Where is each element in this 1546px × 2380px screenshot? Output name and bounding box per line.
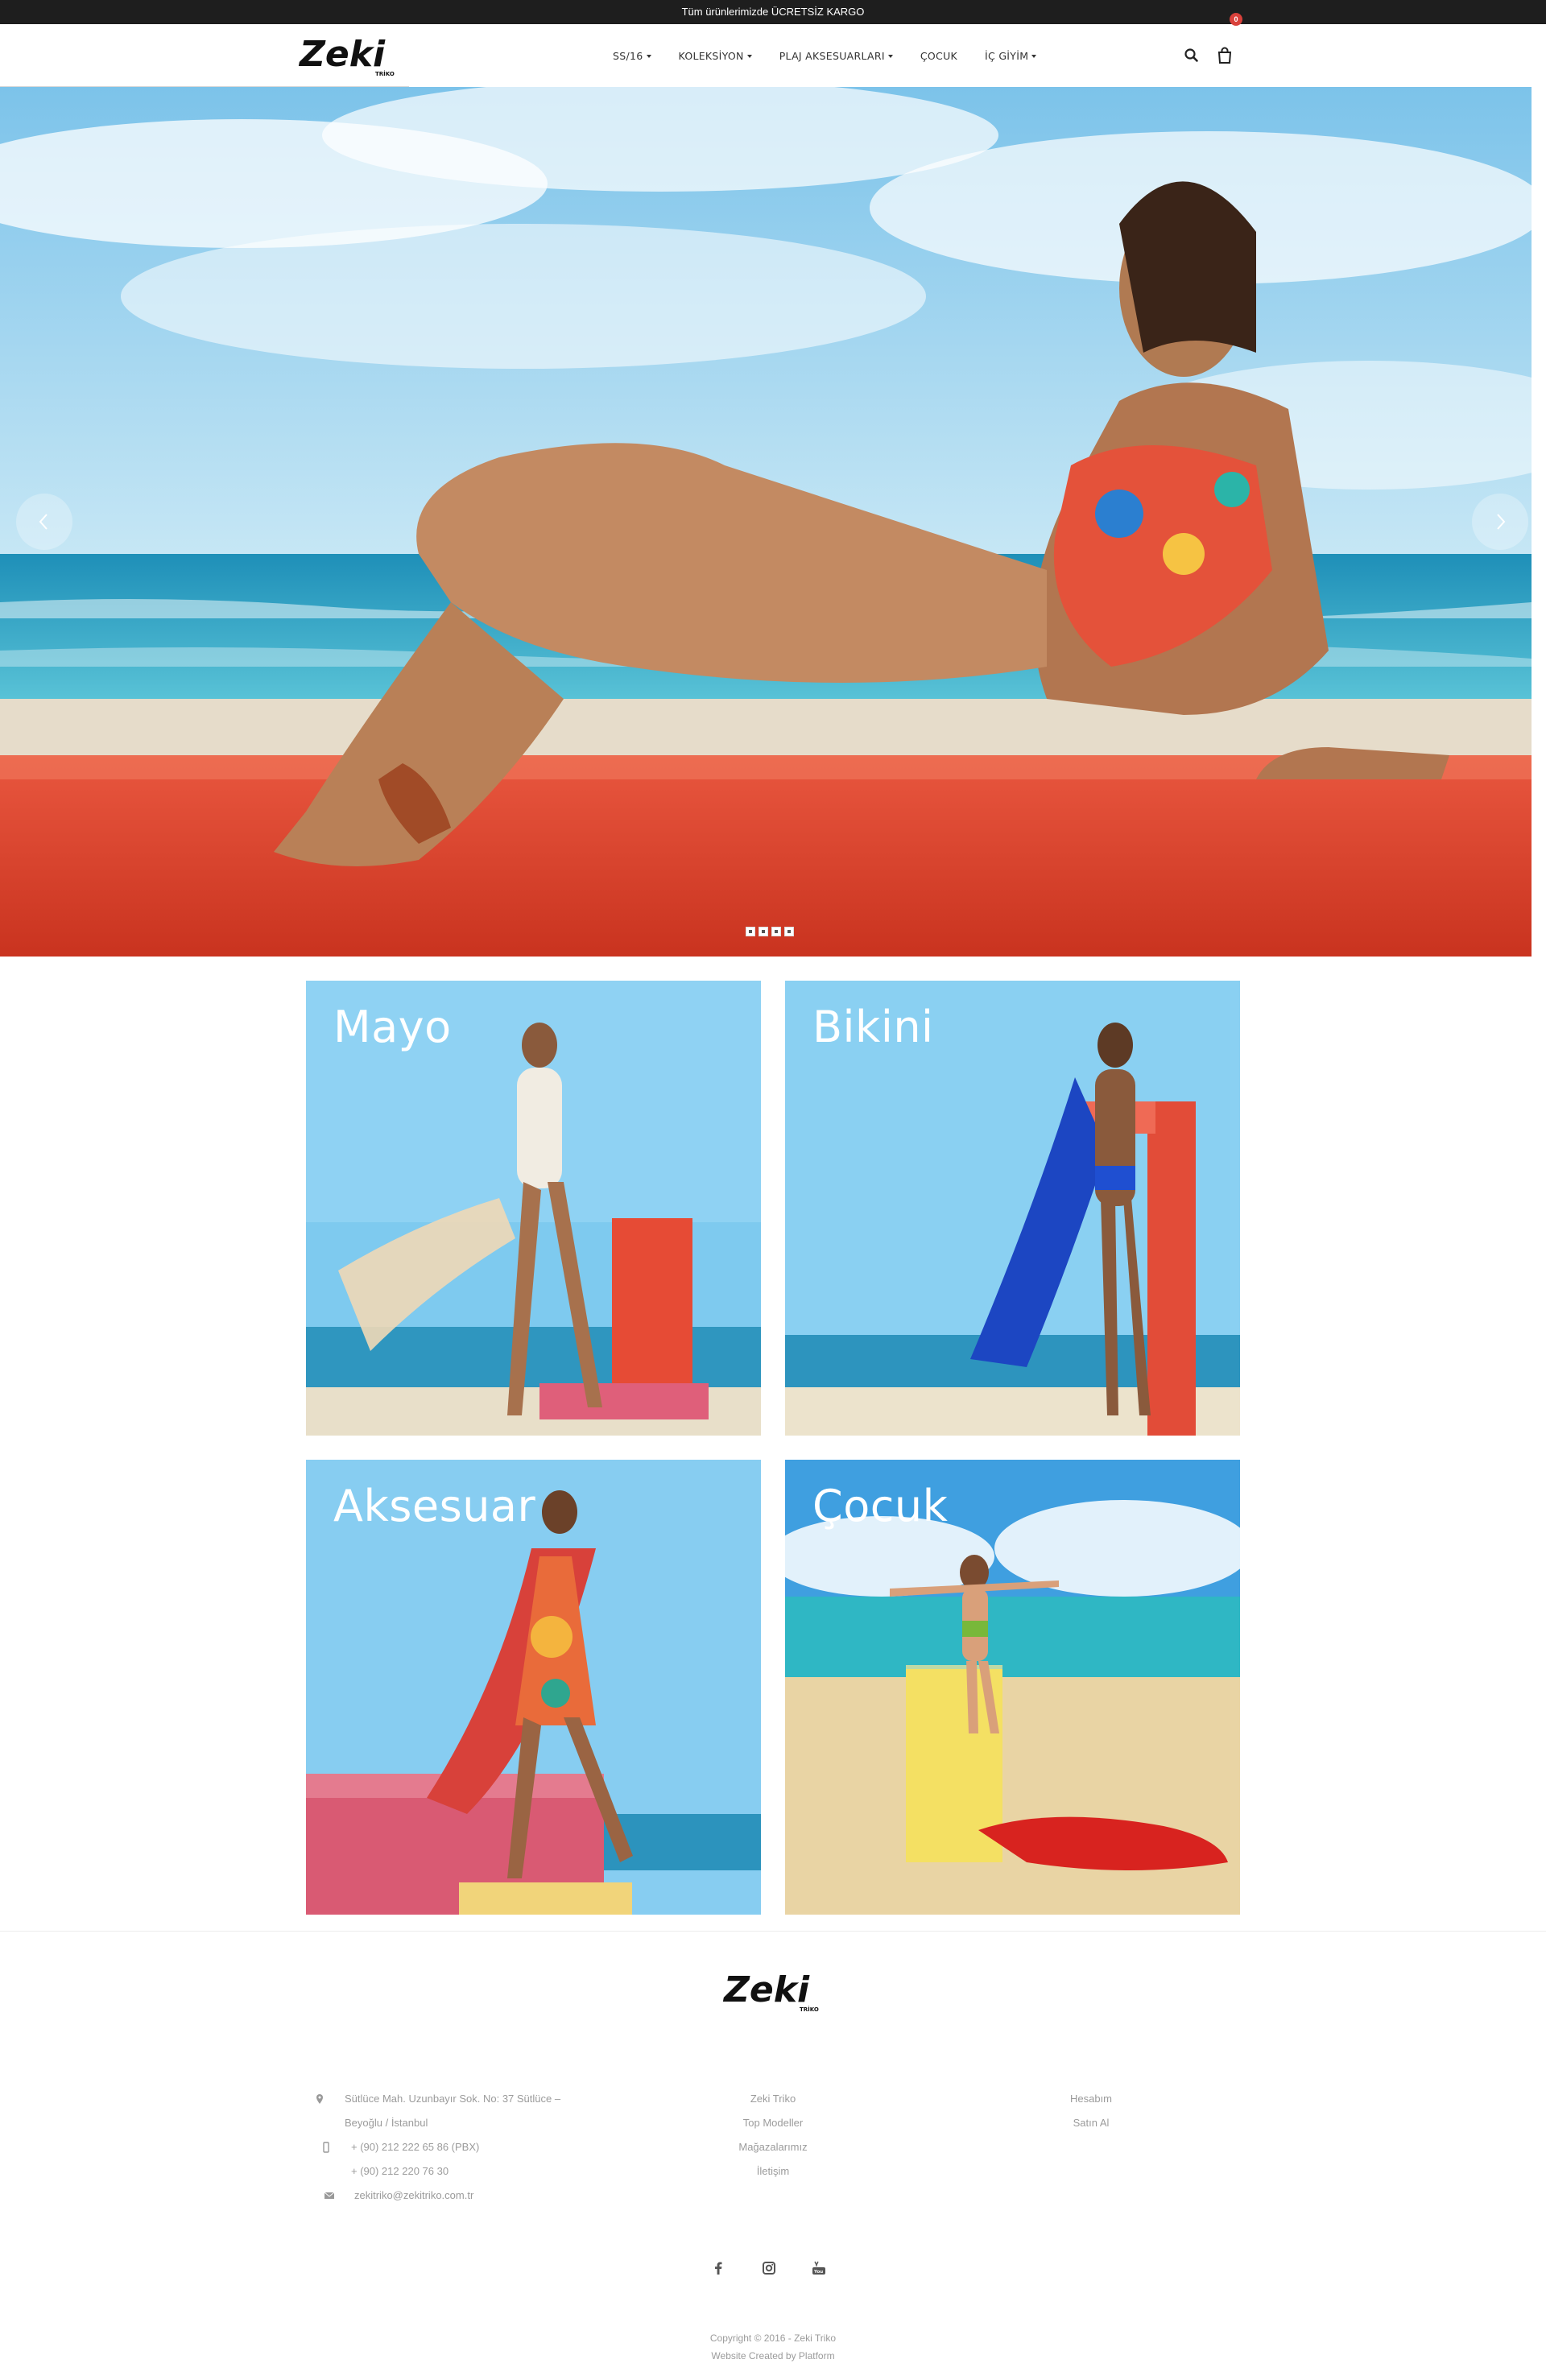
map-marker-icon (316, 2094, 323, 2104)
slider-dot[interactable] (746, 927, 755, 936)
site-logo[interactable]: Zeki TRİKO (298, 29, 399, 82)
chevron-left-icon (39, 514, 48, 530)
phone-secondary: + (90) 212 220 76 30 (351, 2165, 449, 2177)
nav-label: İÇ GİYİM (985, 49, 1029, 62)
phone-icon (323, 2142, 329, 2153)
footer-link-satin-al[interactable]: Satın Al (1073, 2117, 1110, 2129)
nav-label: SS/16 (613, 49, 643, 62)
logo-sub: TRİKO (375, 70, 395, 77)
cart-count-badge: 0 (1230, 13, 1242, 26)
nav-label: PLAJ AKSESUARLARI (779, 49, 885, 62)
credit-text: Website Created by Platform (711, 2350, 835, 2361)
announcement-text: Tüm ürünlerimizde ÜCRETSİZ KARGO (681, 6, 865, 18)
nav-item-ic-giyim[interactable]: İÇ GİYİM (971, 50, 1050, 62)
youtube-icon[interactable]: You (809, 2258, 829, 2278)
category-title: Çocuk (812, 1481, 949, 1531)
caret-down-icon (887, 55, 893, 58)
nav-label: KOLEKSİYON (678, 49, 744, 62)
category-title: Bikini (812, 1002, 934, 1052)
hero-image (0, 87, 1532, 957)
footer-logo[interactable]: Zeki TRİKO (722, 1965, 824, 2018)
category-tile-aksesuar[interactable]: Aksesuar (306, 1460, 761, 1915)
chevron-right-icon (1497, 514, 1506, 530)
category-tile-bikini[interactable]: Bikini (785, 981, 1240, 1436)
footer-divider (0, 1931, 1546, 1932)
slider-pagination (746, 927, 794, 936)
slider-dot[interactable] (759, 927, 768, 936)
site-header: Zeki TRİKO SS/16 KOLEKSİYON PLAJ AKSESUA… (0, 13, 1546, 87)
category-title: Aksesuar (333, 1481, 536, 1531)
slider-dot[interactable] (771, 927, 781, 936)
copyright-block: Copyright © 2016 - Zeki Triko Website Cr… (0, 2329, 1546, 2365)
caret-down-icon (646, 55, 651, 58)
caret-down-icon (1031, 55, 1037, 58)
footer-link-top-modeller[interactable]: Top Modeller (743, 2117, 803, 2129)
facebook-icon[interactable] (709, 2258, 728, 2278)
footer-logo-sub: TRİKO (800, 2006, 819, 2013)
category-title: Mayo (333, 1002, 452, 1052)
slider-prev-button[interactable] (16, 494, 72, 550)
search-icon[interactable] (1181, 45, 1202, 66)
svg-text:You: You (813, 2270, 823, 2275)
footer-link-zeki-triko[interactable]: Zeki Triko (750, 2093, 796, 2105)
nav-label: ÇOCUK (920, 49, 958, 62)
footer-links-account: Hesabım Satın Al (1011, 2087, 1172, 2135)
footer-links-company: Zeki Triko Top Modeller Mağazalarımız İl… (692, 2087, 854, 2184)
envelope-icon (324, 2192, 335, 2199)
hero-slider[interactable] (0, 87, 1532, 957)
footer-link-magazalarimiz[interactable]: Mağazalarımız (738, 2141, 807, 2153)
nav-item-ss16[interactable]: SS/16 (599, 50, 665, 62)
footer-link-hesabim[interactable]: Hesabım (1070, 2093, 1112, 2105)
footer-link-iletisim[interactable]: İletişim (757, 2165, 789, 2177)
address-line2: Beyoğlu / İstanbul (345, 2117, 428, 2129)
slider-next-button[interactable] (1472, 494, 1528, 550)
announcement-bar: Tüm ürünlerimizde ÜCRETSİZ KARGO (0, 0, 1546, 24)
slider-dot[interactable] (784, 927, 794, 936)
footer-contact: Sütlüce Mah. Uzunbayır Sok. No: 37 Sütlü… (316, 2087, 618, 2208)
nav-item-koleksiyon[interactable]: KOLEKSİYON (665, 50, 766, 62)
category-tile-cocuk[interactable]: Çocuk (785, 1460, 1240, 1915)
phone-primary: + (90) 212 222 65 86 (PBX) (351, 2141, 480, 2153)
nav-item-cocuk[interactable]: ÇOCUK (907, 50, 971, 62)
copyright-text: Copyright © 2016 - Zeki Triko (709, 2332, 837, 2344)
logo-text: Zeki (298, 34, 386, 75)
main-nav: SS/16 KOLEKSİYON PLAJ AKSESUARLARI ÇOCUK… (599, 24, 1050, 87)
nav-item-plaj-aksesuarlari[interactable]: PLAJ AKSESUARLARI (766, 50, 907, 62)
caret-down-icon (746, 55, 752, 58)
instagram-icon[interactable] (759, 2258, 779, 2278)
address-line1: Sütlüce Mah. Uzunbayır Sok. No: 37 Sütlü… (345, 2093, 561, 2105)
footer-logo-text: Zeki (722, 1969, 810, 2010)
category-tile-mayo[interactable]: Mayo (306, 981, 761, 1436)
email-link[interactable]: zekitriko@zekitriko.com.tr (354, 2189, 473, 2201)
shopping-bag-icon[interactable] (1214, 45, 1235, 66)
